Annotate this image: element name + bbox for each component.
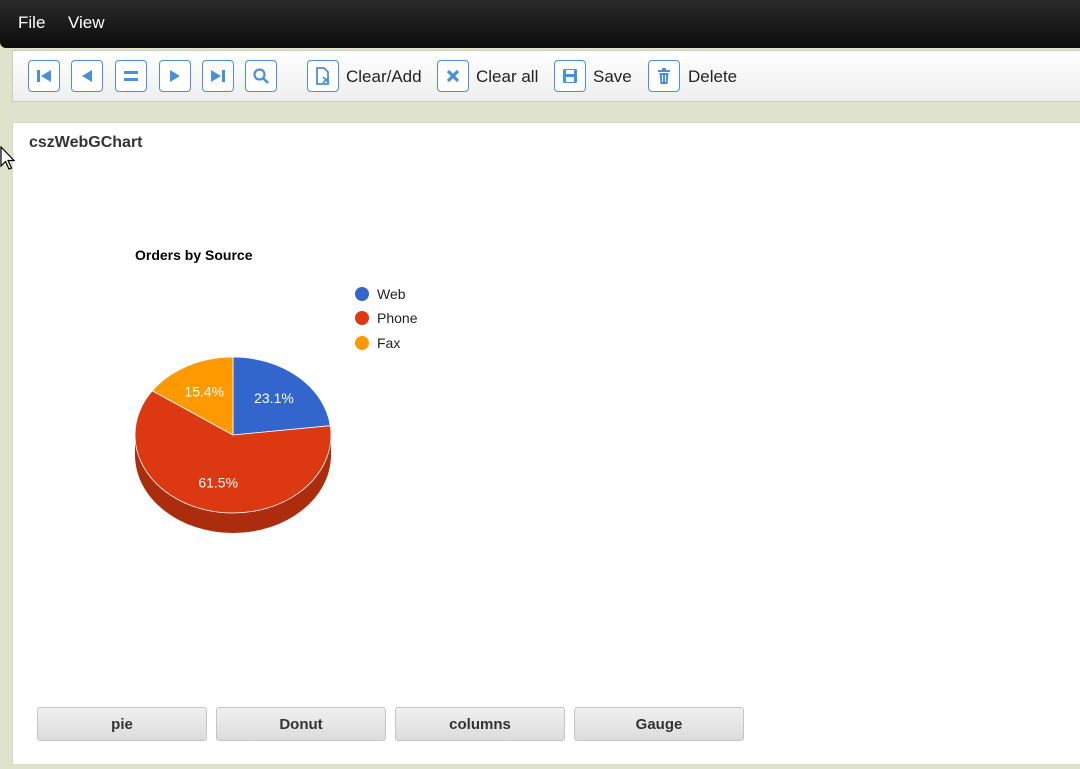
close-icon xyxy=(446,69,460,83)
clear-all-label[interactable]: Clear all xyxy=(476,67,538,87)
clear-add-button[interactable] xyxy=(307,60,339,92)
last-record-button[interactable] xyxy=(202,60,234,92)
chart-type-donut-button[interactable]: Donut xyxy=(216,707,386,741)
save-button[interactable] xyxy=(554,60,586,92)
trash-icon xyxy=(658,68,670,84)
legend-swatch-web xyxy=(355,287,369,301)
panel-title: cszWebGChart xyxy=(29,134,143,151)
next-record-button[interactable] xyxy=(159,60,191,92)
last-record-icon xyxy=(211,70,225,82)
list-button[interactable] xyxy=(115,60,147,92)
legend-swatch-fax xyxy=(355,336,369,350)
save-icon xyxy=(563,69,577,83)
legend-swatch-phone xyxy=(355,311,369,325)
clear-all-button[interactable] xyxy=(437,60,469,92)
legend-label-phone: Phone xyxy=(377,310,418,326)
chart-type-gauge-button[interactable]: Gauge xyxy=(574,707,744,741)
next-record-icon xyxy=(170,70,180,82)
search-icon xyxy=(253,68,269,84)
menu-file[interactable]: File xyxy=(18,13,45,33)
delete-button[interactable] xyxy=(648,60,680,92)
legend-item-fax: Fax xyxy=(355,333,400,353)
chart-panel: cszWebGChart Orders by Source Web Phone … xyxy=(12,122,1080,765)
previous-record-icon xyxy=(82,70,92,82)
search-button[interactable] xyxy=(245,60,277,92)
chart-title: Orders by Source xyxy=(135,247,253,263)
toolbar: Clear/Add Clear all Save Delete xyxy=(12,50,1080,102)
legend-item-phone: Phone xyxy=(355,308,417,328)
legend-label-fax: Fax xyxy=(377,335,401,351)
clear-add-label[interactable]: Clear/Add xyxy=(346,67,422,87)
pie-chart: 23.1% 61.5% 15.4% xyxy=(134,356,332,533)
pie-label-fax: 15.4% xyxy=(184,383,224,399)
menu-view[interactable]: View xyxy=(68,13,105,33)
new-document-icon xyxy=(316,67,330,85)
first-record-button[interactable] xyxy=(28,60,60,92)
legend-label-web: Web xyxy=(377,286,406,302)
legend-item-web: Web xyxy=(355,284,406,304)
pie-label-phone: 61.5% xyxy=(198,475,238,491)
first-record-icon xyxy=(37,70,51,82)
previous-record-button[interactable] xyxy=(71,60,103,92)
menu-bar: File View xyxy=(0,0,1080,48)
mouse-cursor-icon xyxy=(0,146,16,170)
delete-label[interactable]: Delete xyxy=(688,67,737,87)
chart-type-pie-button[interactable]: pie xyxy=(37,707,207,741)
list-icon xyxy=(124,71,138,81)
chart-type-columns-button[interactable]: columns xyxy=(395,707,565,741)
save-label[interactable]: Save xyxy=(593,67,632,87)
pie-label-web: 23.1% xyxy=(254,390,294,406)
